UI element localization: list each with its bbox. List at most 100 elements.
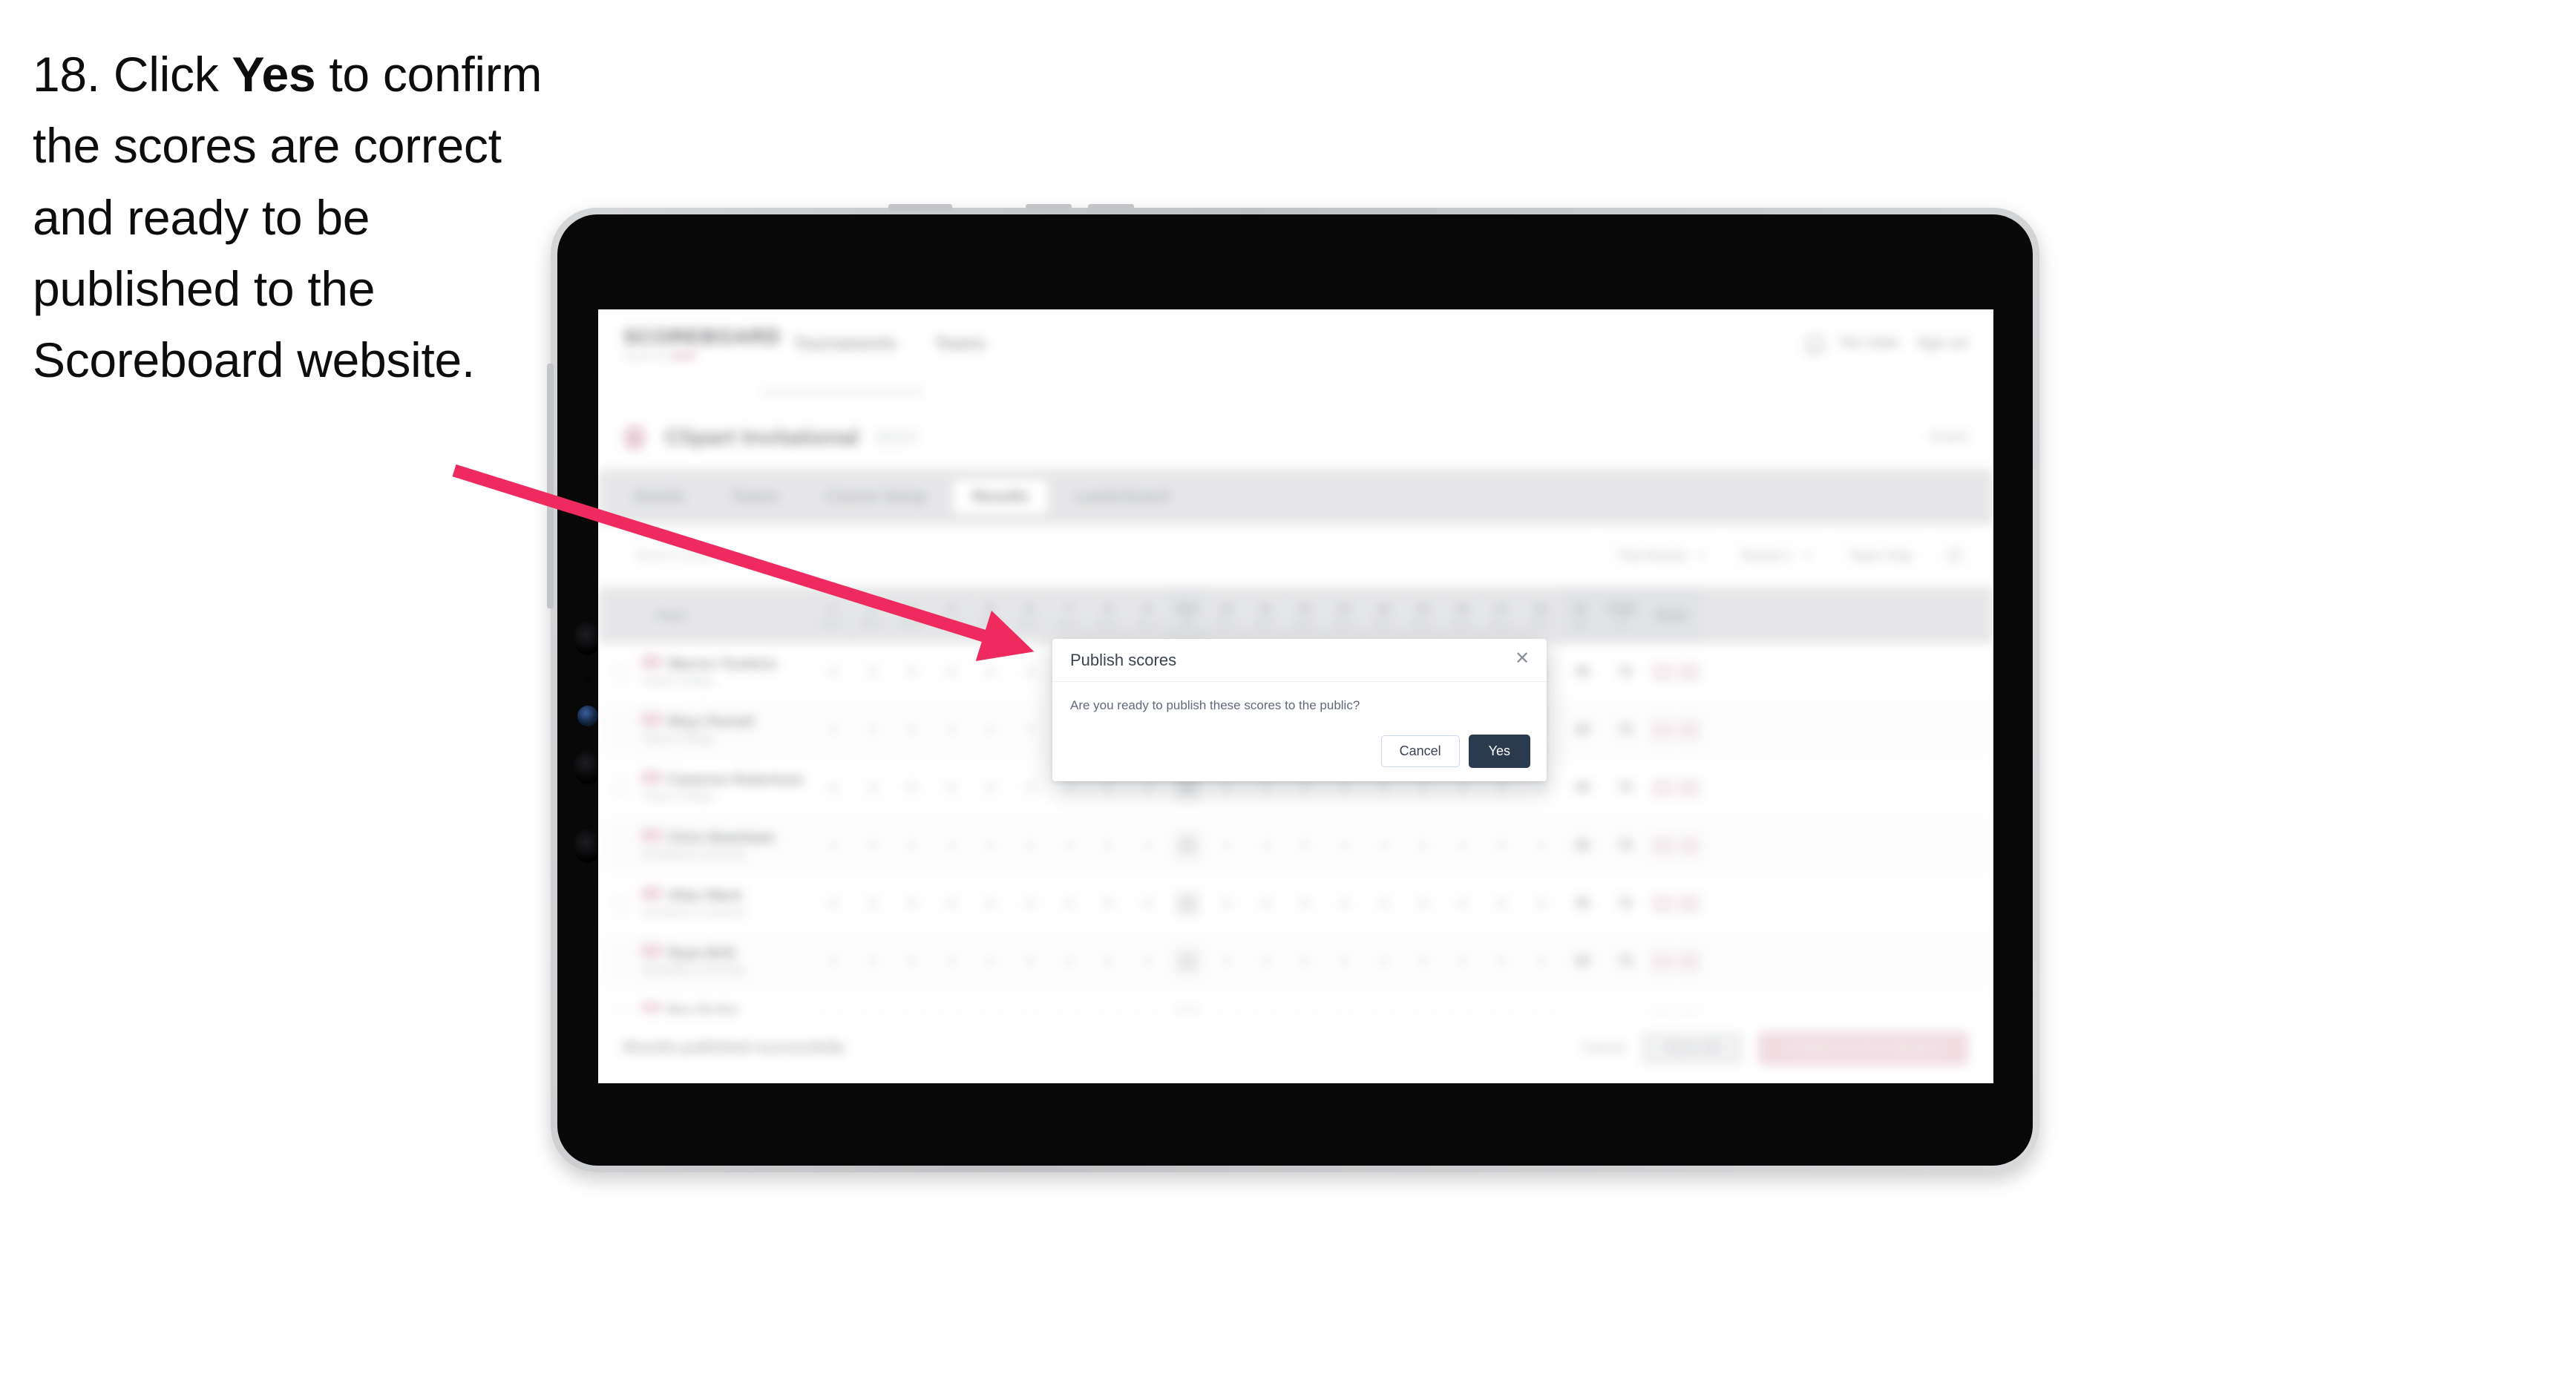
score-input-hole-2[interactable]: 3 xyxy=(853,759,892,816)
score-input-hole-1[interactable]: 4 xyxy=(813,759,853,816)
nav-item-tournaments[interactable]: Tournaments xyxy=(794,334,897,353)
score-input-hole-8[interactable]: 5 xyxy=(1089,933,1128,990)
score-input-hole-15[interactable]: 3 xyxy=(1403,933,1443,990)
filter-round-number-select[interactable]: Round 1 xyxy=(1728,539,1824,573)
score-input-hole-8[interactable]: 5 xyxy=(1089,817,1128,874)
tab-teams[interactable]: Teams xyxy=(712,479,799,515)
score-input-hole-6[interactable]: 3 xyxy=(1010,701,1049,758)
score-input-hole-5[interactable]: 4 xyxy=(971,759,1010,816)
score-input-hole-5[interactable]: 4 xyxy=(971,875,1010,932)
score-input-hole-2[interactable]: 3 xyxy=(853,643,892,700)
score-input-hole-5[interactable]: 4 xyxy=(971,933,1010,990)
score-input-hole-16[interactable]: 4 xyxy=(1443,875,1482,932)
app-logo[interactable]: SCOREBOARD powered by GOLF xyxy=(623,325,780,361)
score-input-hole-4[interactable]: 4 xyxy=(931,759,971,816)
filter-round-select[interactable]: This Round xyxy=(1604,539,1717,573)
nav-item-teams[interactable]: Teams xyxy=(935,334,986,353)
score-input-hole-12[interactable]: 5 xyxy=(1285,933,1325,990)
score-input-hole-15[interactable]: 3 xyxy=(1403,875,1443,932)
tab-leaderboard[interactable]: Leaderboard xyxy=(1055,479,1188,515)
score-input-hole-1[interactable]: 4 xyxy=(813,875,853,932)
table-row[interactable]: Allan Ward Sandyland University 4 3 5 4 4 3 4 5 4 3… xyxy=(598,875,1993,933)
volume-down-button[interactable] xyxy=(1088,204,1134,211)
score-input-hole-3[interactable]: 5 xyxy=(892,817,931,874)
search-icon[interactable] xyxy=(1937,539,1971,573)
score-out-total[interactable]: 36 xyxy=(1167,817,1207,874)
score-input-hole-3[interactable]: 5 xyxy=(892,643,931,700)
score-input-hole-2[interactable]: 3 xyxy=(853,817,892,874)
bell-icon[interactable] xyxy=(1805,334,1824,353)
score-input-hole-17[interactable]: 5 xyxy=(1482,933,1521,990)
save-all-button[interactable]: Save all xyxy=(1640,1031,1744,1065)
score-input-hole-10[interactable]: 4 xyxy=(1207,875,1246,932)
tab-details[interactable]: Details xyxy=(614,479,704,515)
volume-up-button[interactable] xyxy=(1026,204,1072,211)
score-input-hole-17[interactable]: 5 xyxy=(1482,875,1521,932)
score-input-hole-6[interactable]: 3 xyxy=(1010,875,1049,932)
score-input-hole-14[interactable]: 4 xyxy=(1364,817,1403,874)
score-input-hole-3[interactable]: 5 xyxy=(892,933,931,990)
score-input-hole-4[interactable]: 4 xyxy=(931,875,971,932)
tab-course-setup[interactable]: Course Setup xyxy=(806,479,946,515)
score-input-hole-4[interactable]: 4 xyxy=(931,701,971,758)
score-input-hole-4[interactable]: 4 xyxy=(931,817,971,874)
row-select-checkbox[interactable] xyxy=(612,950,631,973)
score-input-hole-3[interactable]: 5 xyxy=(892,701,931,758)
score-input-hole-9[interactable]: 4 xyxy=(1128,817,1167,874)
table-row[interactable]: Chris Newnham Sandyland University 4 3 5 4 4 3 4… xyxy=(598,817,1993,875)
score-input-hole-13[interactable]: 4 xyxy=(1325,817,1364,874)
score-input-hole-5[interactable]: 4 xyxy=(971,643,1010,700)
score-input-hole-18[interactable]: 4 xyxy=(1521,933,1561,990)
score-input-hole-11[interactable]: 3 xyxy=(1246,933,1285,990)
score-out-total[interactable]: 36 xyxy=(1167,933,1207,990)
score-input-hole-2[interactable]: 3 xyxy=(853,701,892,758)
score-input-hole-4[interactable]: 4 xyxy=(931,643,971,700)
score-input-hole-12[interactable]: 5 xyxy=(1285,875,1325,932)
score-input-hole-10[interactable]: 4 xyxy=(1207,933,1246,990)
score-input-hole-10[interactable]: 4 xyxy=(1207,817,1246,874)
score-input-hole-1[interactable]: 4 xyxy=(813,933,853,990)
score-input-hole-2[interactable]: 3 xyxy=(853,933,892,990)
score-input-hole-16[interactable]: 4 xyxy=(1443,817,1482,874)
score-input-hole-5[interactable]: 4 xyxy=(971,817,1010,874)
score-input-hole-14[interactable]: 4 xyxy=(1364,875,1403,932)
score-input-hole-8[interactable]: 5 xyxy=(1089,875,1128,932)
cancel-button[interactable]: Cancel xyxy=(1380,735,1460,767)
score-input-hole-7[interactable]: 4 xyxy=(1049,817,1089,874)
score-input-hole-7[interactable]: 4 xyxy=(1049,933,1089,990)
score-input-hole-5[interactable]: 4 xyxy=(971,701,1010,758)
score-input-hole-7[interactable]: 4 xyxy=(1049,875,1089,932)
score-input-hole-16[interactable]: 4 xyxy=(1443,933,1482,990)
row-select-checkbox[interactable] xyxy=(612,776,631,799)
score-input-hole-1[interactable]: 4 xyxy=(813,643,853,700)
score-input-hole-11[interactable]: 3 xyxy=(1246,817,1285,874)
score-input-hole-6[interactable]: 3 xyxy=(1010,759,1049,816)
search-input[interactable]: Search player xyxy=(620,539,1593,573)
score-out-total[interactable]: 36 xyxy=(1167,875,1207,932)
score-input-hole-6[interactable]: 3 xyxy=(1010,643,1049,700)
team-only-toggle[interactable]: Team Only xyxy=(1835,539,1925,573)
score-input-hole-9[interactable]: 4 xyxy=(1128,933,1167,990)
power-button[interactable] xyxy=(888,204,952,211)
publish-to-scoreboard-button[interactable]: Publish to Scoreboard xyxy=(1758,1031,1968,1065)
table-row[interactable]: Ryan Britt Sandyland University 4 3 5 4 4 3 4 5 4 3… xyxy=(598,933,1993,991)
score-input-hole-15[interactable]: 3 xyxy=(1403,817,1443,874)
score-input-hole-4[interactable]: 4 xyxy=(931,933,971,990)
score-input-hole-1[interactable]: 4 xyxy=(813,817,853,874)
score-input-hole-12[interactable]: 5 xyxy=(1285,817,1325,874)
yes-button[interactable]: Yes xyxy=(1468,735,1530,768)
score-input-hole-13[interactable]: 4 xyxy=(1325,875,1364,932)
row-select-checkbox[interactable] xyxy=(612,892,631,915)
score-input-hole-3[interactable]: 5 xyxy=(892,759,931,816)
score-input-hole-3[interactable]: 5 xyxy=(892,875,931,932)
row-select-checkbox[interactable] xyxy=(612,718,631,741)
close-icon[interactable]: ✕ xyxy=(1513,649,1532,669)
cancel-button[interactable]: Cancel xyxy=(1582,1040,1625,1057)
score-input-hole-14[interactable]: 4 xyxy=(1364,933,1403,990)
score-input-hole-6[interactable]: 3 xyxy=(1010,817,1049,874)
score-input-hole-13[interactable]: 4 xyxy=(1325,933,1364,990)
score-input-hole-9[interactable]: 4 xyxy=(1128,875,1167,932)
row-select-checkbox[interactable] xyxy=(612,660,631,683)
score-input-hole-6[interactable]: 3 xyxy=(1010,933,1049,990)
row-select-checkbox[interactable] xyxy=(612,834,631,857)
